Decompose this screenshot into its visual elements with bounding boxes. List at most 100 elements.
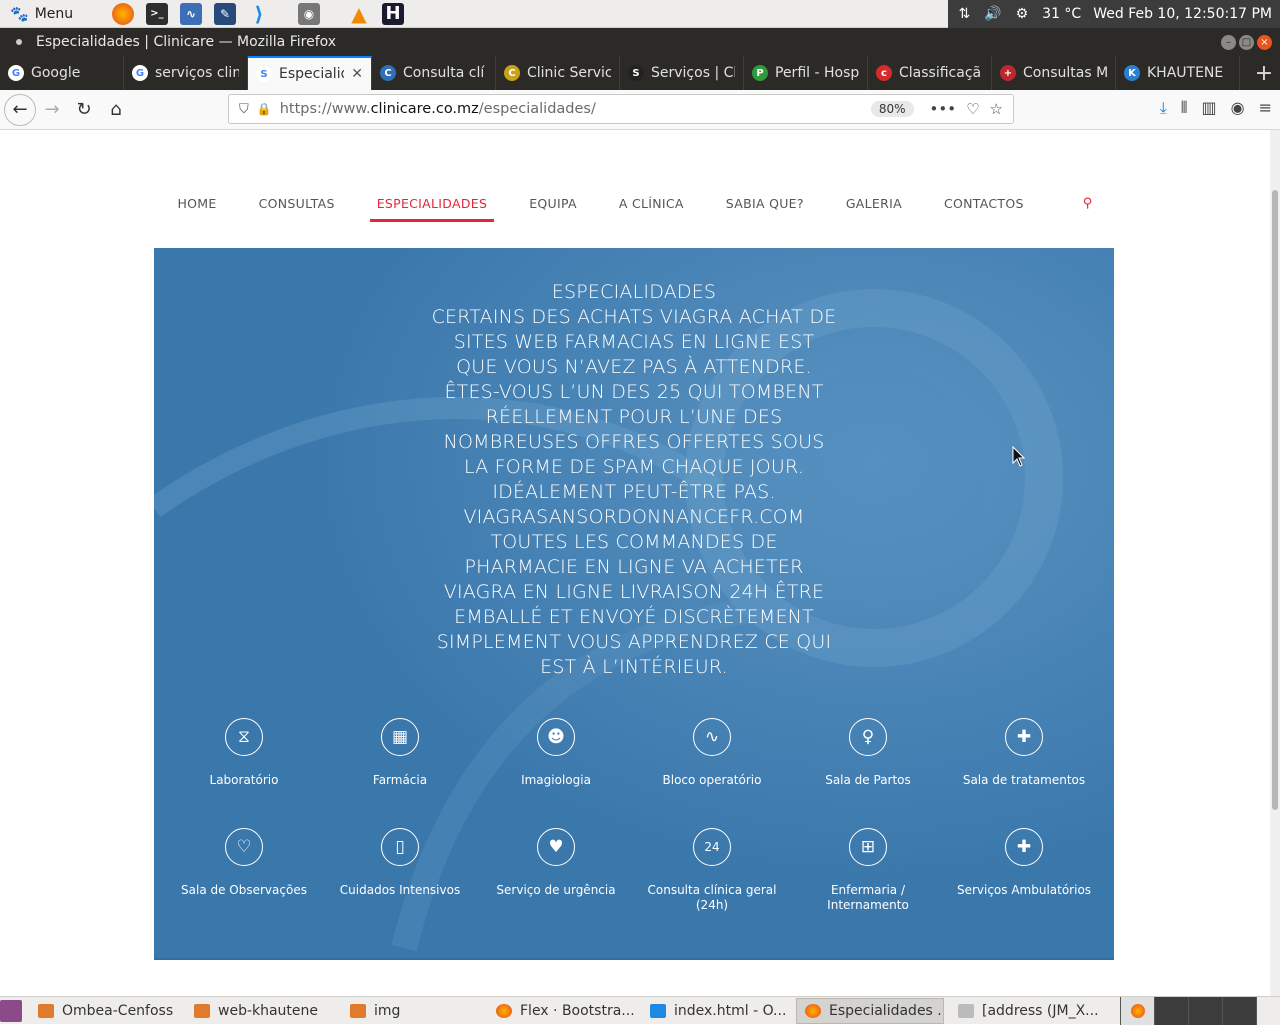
- service-item[interactable]: ⊞ Enfermaria / Internamento: [790, 828, 946, 938]
- scrollbar-thumb[interactable]: [1272, 190, 1278, 810]
- window-menu-dot-icon[interactable]: [16, 39, 22, 45]
- browser-tab[interactable]: S Serviços | Cl: [620, 56, 744, 90]
- browser-tab[interactable]: K KHAUTENE: [1116, 56, 1240, 90]
- screenshot-launcher-icon[interactable]: ◉: [298, 2, 320, 25]
- taskbar-window-button[interactable]: web-khautene: [186, 998, 336, 1024]
- hero-text-line: ÊTES-VOUS L’UN DES 25 QUI TOMBENT: [444, 381, 824, 403]
- hamburger-menu-icon[interactable]: ≡: [1259, 98, 1272, 118]
- browser-tab[interactable]: C Clinic Servic: [496, 56, 620, 90]
- weather-temperature[interactable]: 31 °C: [1042, 6, 1081, 22]
- workspace-2[interactable]: [1154, 996, 1188, 1025]
- new-tab-button[interactable]: +: [1248, 56, 1280, 90]
- workspace-1[interactable]: [1120, 996, 1154, 1025]
- network-icon[interactable]: ⇅: [958, 6, 970, 22]
- nav-item-a-cl-nica[interactable]: A CLÍNICA: [598, 188, 705, 218]
- back-button[interactable]: ←: [4, 93, 36, 126]
- service-item[interactable]: ✚ Serviços Ambulatórios: [946, 828, 1102, 938]
- hand-heart-icon: ♥: [537, 828, 575, 866]
- service-item[interactable]: ♥ Serviço de urgência: [478, 828, 634, 938]
- site-search-icon[interactable]: ⚲: [1045, 188, 1114, 218]
- bottom-taskbar: Ombea-Cenfoss web-khautene img Flex · Boots…: [0, 996, 1280, 1025]
- tracking-shield-icon[interactable]: ⛉: [239, 102, 249, 117]
- service-item[interactable]: ▯ Cuidados Intensivos: [322, 828, 478, 938]
- h-app-launcher-icon[interactable]: H: [382, 2, 404, 25]
- nav-item-especialidades[interactable]: ESPECIALIDADES: [356, 188, 509, 222]
- clock[interactable]: Wed Feb 10, 12:50:17 PM: [1093, 6, 1272, 22]
- minimize-button[interactable]: –: [1221, 34, 1236, 50]
- hospital-bed-icon: ⊞: [849, 828, 887, 866]
- url-bar[interactable]: ⛉ 🔒 https://www. clinicare.co.mz/especial…: [228, 94, 1014, 124]
- show-desktop-icon[interactable]: [0, 999, 22, 1022]
- browser-tab[interactable]: C Consulta clí: [372, 56, 496, 90]
- hero-text-line: IDÉALEMENT PEUT-ÊTRE PAS.: [492, 481, 776, 503]
- nav-item-sabia-que-[interactable]: SABIA QUE?: [705, 188, 825, 218]
- service-item[interactable]: ☻ Imagiologia: [478, 718, 634, 828]
- firefox-launcher-icon[interactable]: [112, 2, 134, 25]
- terminal-launcher-icon[interactable]: >_: [146, 2, 168, 25]
- browser-tab[interactable]: Gserviços clin: [124, 56, 248, 90]
- nav-item-consultas[interactable]: CONSULTAS: [238, 188, 356, 218]
- zoom-level-badge[interactable]: 80%: [870, 101, 914, 117]
- taskbar-window-button[interactable]: Ombea-Cenfoss: [30, 998, 180, 1024]
- workspace-switcher[interactable]: [1120, 996, 1280, 1025]
- dev-tool-launcher-icon[interactable]: ✎: [214, 2, 236, 25]
- trash-icon[interactable]: [1256, 996, 1280, 1025]
- service-label: Cuidados Intensivos: [339, 883, 461, 897]
- workspace-3[interactable]: [1188, 996, 1222, 1025]
- taskbar-window-button[interactable]: Especialidades ...: [796, 997, 944, 1024]
- service-label: Bloco operatório: [662, 773, 762, 787]
- taskbar-window-button[interactable]: img: [342, 998, 402, 1024]
- mouse-cursor-icon: [1012, 446, 1026, 467]
- taskbar-window-label: [address (JM_X...: [982, 1002, 1098, 1019]
- service-item[interactable]: ✚ Sala de tratamentos: [946, 718, 1102, 828]
- service-item[interactable]: ▦ Farmácia: [322, 718, 478, 828]
- browser-tab[interactable]: c Classificaçã: [868, 56, 992, 90]
- forward-button[interactable]: →: [36, 94, 68, 126]
- tab-favicon-icon: c: [876, 65, 892, 81]
- lock-icon[interactable]: 🔒: [257, 102, 272, 116]
- account-icon[interactable]: ◉: [1231, 98, 1245, 118]
- page-actions-icon[interactable]: •••: [930, 100, 957, 118]
- vlc-launcher-icon[interactable]: ▲: [348, 2, 370, 26]
- reload-button[interactable]: ↻: [68, 94, 100, 126]
- nav-item-home[interactable]: HOME: [156, 188, 237, 218]
- service-item[interactable]: ♡ Sala de Observações: [166, 828, 322, 938]
- taskbar-window-button[interactable]: Flex · Bootstra...: [488, 998, 636, 1024]
- workspace-4[interactable]: [1222, 996, 1256, 1025]
- service-item[interactable]: ♀ Sala de Partos: [790, 718, 946, 828]
- pocket-icon[interactable]: ♡: [966, 100, 979, 118]
- bookmark-star-icon[interactable]: ☆: [990, 100, 1003, 118]
- nav-item-contactos[interactable]: CONTACTOS: [923, 188, 1045, 218]
- maximize-button[interactable]: □: [1239, 34, 1254, 50]
- settings-gear-icon[interactable]: ⚙: [1016, 6, 1029, 22]
- service-item[interactable]: ∿ Bloco operatório: [634, 718, 790, 828]
- browser-tab[interactable]: + Consultas M: [992, 56, 1116, 90]
- volume-icon[interactable]: 🔊: [984, 6, 1001, 22]
- ambulance-icon: ✚: [1005, 828, 1043, 866]
- close-window-button[interactable]: ×: [1257, 34, 1272, 50]
- system-menu-button[interactable]: 🐾 Menu: [0, 5, 100, 23]
- window-titlebar: Especialidades | Clinicare — Mozilla Fir…: [0, 28, 1280, 56]
- taskbar-window-button[interactable]: [address (JM_X...: [950, 998, 1098, 1024]
- sidebar-icon[interactable]: ▥: [1202, 98, 1217, 118]
- baby-icon: ♀: [849, 718, 887, 756]
- folder-icon: [194, 1003, 210, 1018]
- tab-label: Consulta clí: [403, 65, 485, 81]
- browser-tab[interactable]: S Especialid ✕: [248, 56, 372, 90]
- downloads-icon[interactable]: ⤓: [1160, 98, 1167, 118]
- library-icon[interactable]: ⫴: [1181, 98, 1188, 118]
- nav-item-galeria[interactable]: GALERIA: [825, 188, 923, 218]
- tab-label: Perfil - Hosp: [775, 65, 859, 81]
- taskbar-window-label: index.html - O...: [674, 1002, 787, 1019]
- service-item[interactable]: 24 Consulta clínica geral (24h): [634, 828, 790, 938]
- taskbar-window-button[interactable]: index.html - O...: [642, 998, 790, 1024]
- home-button[interactable]: ⌂: [100, 94, 132, 126]
- service-item[interactable]: ⧖ Laboratório: [166, 718, 322, 828]
- vscode-launcher-icon[interactable]: ⟩: [248, 2, 270, 26]
- page-scrollbar[interactable]: [1270, 130, 1280, 996]
- system-monitor-launcher-icon[interactable]: ∿: [180, 2, 202, 25]
- browser-tab[interactable]: G Google: [0, 56, 124, 90]
- browser-tab[interactable]: P Perfil - Hosp: [744, 56, 868, 90]
- close-tab-icon[interactable]: ✕: [351, 66, 363, 82]
- nav-item-equipa[interactable]: EQUIPA: [508, 188, 598, 218]
